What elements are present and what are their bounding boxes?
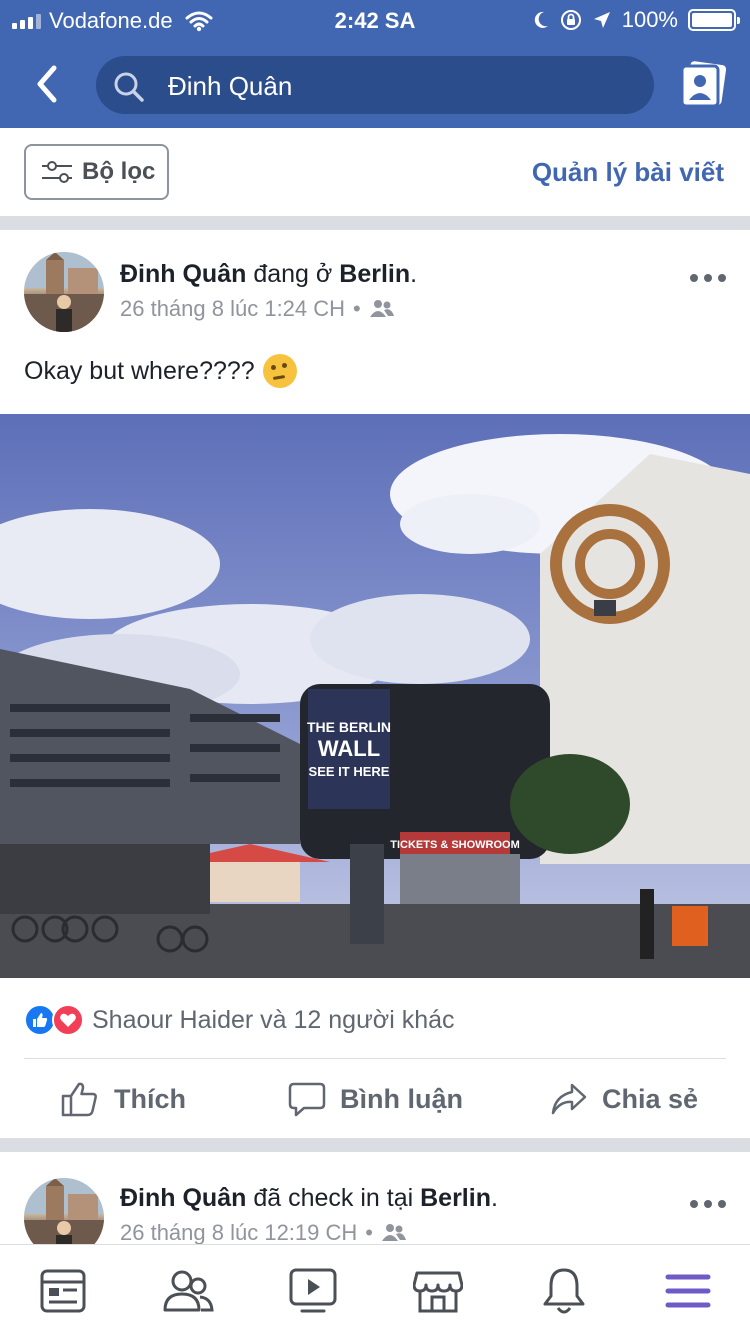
love-reaction-icon [52,1004,84,1036]
post-header: Đinh Quân đã check in tại Berlin. 26 thá… [0,1152,750,1244]
tab-friends[interactable] [162,1265,214,1317]
back-button[interactable] [26,62,70,106]
avatar[interactable] [24,1178,104,1244]
tab-watch[interactable] [287,1265,339,1317]
punctuation: . [490,1184,498,1212]
post-actions: Thích Bình luận Chia sẻ [0,1060,750,1138]
reactions-summary[interactable]: Shaour Haider và 12 người khác [24,1000,455,1040]
author-name[interactable]: Đinh Quân [120,1184,246,1212]
profile-button[interactable] [676,60,730,110]
filter-sliders-icon [42,161,72,183]
status-bar: Vodafone.de 2:42 SA 100% [0,0,750,40]
post-meta: 26 tháng 8 lúc 1:24 CH • [120,296,395,322]
share-icon [551,1083,587,1115]
post-timestamp[interactable]: 26 tháng 8 lúc 1:24 CH [120,296,345,322]
watch-icon [289,1268,337,1313]
section-divider [0,1138,750,1152]
nav-bar: Đinh Quân [0,44,750,128]
place-name[interactable]: Berlin [339,260,410,288]
post-author-line: Đinh Quân đang ở Berlin. [120,260,417,289]
more-options-button[interactable] [690,1194,726,1214]
bottom-tab-bar [0,1244,750,1334]
svg-text:WALL: WALL [318,736,380,761]
tab-news-feed[interactable] [37,1265,89,1317]
svg-text:THE BERLIN: THE BERLIN [307,719,391,735]
friends-icon [163,1270,214,1312]
actions-divider [24,1058,726,1059]
chevron-left-icon [37,65,57,103]
post-action: đã check in tại [253,1184,414,1212]
notifications-icon [543,1268,585,1314]
meta-separator: • [365,1220,373,1244]
manage-posts-link[interactable]: Quản lý bài viết [532,157,724,188]
search-input[interactable]: Đinh Quân [96,56,654,114]
battery-percent: 100% [621,7,678,32]
post-action: đang ở [253,260,333,288]
search-icon [114,72,144,102]
post-meta: 26 tháng 8 lúc 12:19 CH • [120,1220,407,1244]
post-text: Okay but where???? [24,354,297,388]
post-photo[interactable]: THE BERLIN WALL SEE IT HERE TICKETS & SH… [0,414,750,978]
section-divider [0,216,750,230]
tab-menu[interactable] [662,1265,714,1317]
location-arrow-icon [593,12,610,28]
friends-icon [381,1224,406,1241]
author-name[interactable]: Đinh Quân [120,260,246,288]
filter-label: Bộ lọc [82,158,156,185]
post-text-body: Okay but where???? [24,356,255,385]
place-name[interactable]: Berlin [420,1184,491,1212]
do-not-disturb-icon [534,11,548,28]
reactions-text: Shaour Haider và 12 người khác [92,1005,455,1034]
search-query: Đinh Quân [168,71,293,101]
news-feed-icon [40,1269,86,1313]
avatar-photo [24,1178,104,1244]
post-timestamp[interactable]: 26 tháng 8 lúc 12:19 CH [120,1220,357,1244]
top-bar: Vodafone.de 2:42 SA 100% Đinh Quân [0,0,750,128]
comment-button[interactable]: Bình luận [288,1060,463,1138]
orientation-lock-icon [560,10,581,30]
thumbs-up-icon [61,1082,97,1117]
post-author-line: Đinh Quân đã check in tại Berlin. [120,1184,498,1213]
tab-marketplace[interactable] [412,1265,464,1317]
filter-row: Bộ lọc Quản lý bài viết [0,128,750,216]
battery-icon [688,9,740,31]
filter-button[interactable]: Bộ lọc [24,144,169,200]
berlin-wall-photo: THE BERLIN WALL SEE IT HERE TICKETS & SH… [0,414,750,978]
menu-icon [665,1274,711,1308]
thinking-face-icon [262,354,297,388]
post-header: Đinh Quân đang ở Berlin. 26 tháng 8 lúc … [0,230,750,340]
profile-card-icon [680,61,727,108]
svg-text:SEE IT HERE: SEE IT HERE [309,764,390,779]
tab-notifications[interactable] [538,1265,590,1317]
punctuation: . [410,260,418,288]
like-label: Thích [114,1083,186,1114]
comment-icon [288,1082,326,1117]
avatar[interactable] [24,252,104,332]
marketplace-icon [413,1271,463,1313]
share-label: Chia sẻ [602,1083,699,1114]
comment-label: Bình luận [340,1083,463,1114]
more-options-button[interactable] [690,268,726,288]
like-button[interactable]: Thích [60,1060,186,1138]
share-button[interactable]: Chia sẻ [550,1060,698,1138]
meta-separator: • [353,296,361,321]
svg-text:TICKETS & SHOWROOM: TICKETS & SHOWROOM [390,839,520,851]
avatar-photo [24,252,104,332]
friends-icon [369,300,394,317]
